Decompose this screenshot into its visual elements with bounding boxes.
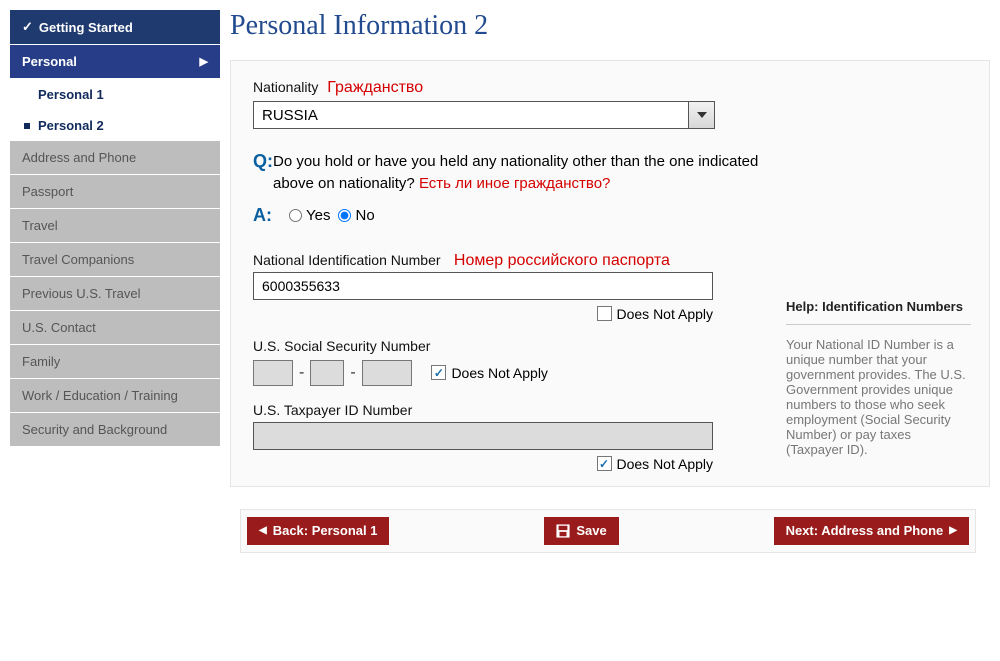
- page-title: Personal Information 2: [230, 10, 990, 42]
- help-body: Your National ID Number is a unique numb…: [786, 337, 971, 457]
- nin-hint: Номер российского паспорта: [454, 252, 670, 269]
- ssn-dna-label: Does Not Apply: [451, 365, 548, 381]
- nav-us-contact[interactable]: U.S. Contact: [10, 311, 220, 345]
- nav-personal-2[interactable]: Personal 2: [10, 110, 220, 141]
- radio-no-label: No: [355, 207, 374, 224]
- nin-input[interactable]: [253, 272, 713, 300]
- nav-family[interactable]: Family: [10, 345, 220, 379]
- nav-security-background[interactable]: Security and Background: [10, 413, 220, 447]
- nav-address-phone[interactable]: Address and Phone: [10, 141, 220, 175]
- nav-personal-label: Personal: [22, 54, 77, 69]
- question-text: Do you hold or have you held any nationa…: [273, 151, 774, 195]
- nav-previous-us-travel[interactable]: Previous U.S. Travel: [10, 277, 220, 311]
- ssn-label: U.S. Social Security Number: [253, 338, 430, 354]
- tax-dna-label: Does Not Apply: [617, 456, 714, 472]
- back-button[interactable]: Back: Personal 1: [247, 517, 389, 545]
- tax-dna-checkbox[interactable]: ✓: [597, 456, 612, 471]
- dropdown-arrow-icon[interactable]: [689, 101, 715, 129]
- nationality-label: Nationality: [253, 79, 318, 95]
- help-panel: Help: Identification Numbers Your Nation…: [786, 299, 971, 472]
- form-panel: Nationality Гражданство RUSSIA Q: Do you…: [230, 60, 990, 487]
- nav-getting-started[interactable]: Getting Started: [10, 10, 220, 45]
- next-button[interactable]: Next: Address and Phone: [774, 517, 969, 545]
- nin-label: National Identification Number: [253, 252, 441, 268]
- nav-getting-started-label: Getting Started: [39, 20, 133, 35]
- nav-travel[interactable]: Travel: [10, 209, 220, 243]
- nav-travel-companions[interactable]: Travel Companions: [10, 243, 220, 277]
- next-button-label: Next: Address and Phone: [786, 523, 944, 538]
- nationality-select[interactable]: RUSSIA: [253, 101, 715, 129]
- nav-passport[interactable]: Passport: [10, 175, 220, 209]
- sidebar: Getting Started Personal ▶ Personal 1 Pe…: [10, 10, 220, 487]
- nationality-hint: Гражданство: [327, 79, 423, 96]
- radio-yes-label: Yes: [306, 207, 330, 224]
- help-title: Identification Numbers: [822, 299, 963, 314]
- nationality-value: RUSSIA: [253, 101, 689, 129]
- nav-work-education[interactable]: Work / Education / Training: [10, 379, 220, 413]
- ssn-part2[interactable]: [310, 360, 344, 386]
- save-icon: [556, 524, 570, 538]
- radio-yes[interactable]: [289, 209, 302, 222]
- radio-no[interactable]: [338, 209, 351, 222]
- nav-personal[interactable]: Personal ▶: [10, 45, 220, 79]
- tax-input[interactable]: [253, 422, 713, 450]
- nav-personal-1[interactable]: Personal 1: [10, 79, 220, 110]
- save-button-label: Save: [576, 523, 606, 538]
- help-prefix: Help:: [786, 299, 819, 314]
- ssn-part1[interactable]: [253, 360, 293, 386]
- question-mark: Q:: [253, 151, 273, 195]
- ssn-part3[interactable]: [362, 360, 412, 386]
- save-button[interactable]: Save: [544, 517, 618, 545]
- nin-dna-label: Does Not Apply: [617, 306, 714, 322]
- question-hint: Есть ли иное гражданство?: [419, 175, 610, 192]
- nin-dna-checkbox[interactable]: [597, 306, 612, 321]
- answer-mark: A:: [253, 205, 281, 226]
- back-button-label: Back: Personal 1: [273, 523, 378, 538]
- chevron-right-icon: ▶: [200, 55, 208, 68]
- tax-label: U.S. Taxpayer ID Number: [253, 402, 412, 418]
- bottom-nav: Back: Personal 1 Save Next: Address and …: [240, 509, 976, 553]
- ssn-dna-checkbox[interactable]: ✓: [431, 365, 446, 380]
